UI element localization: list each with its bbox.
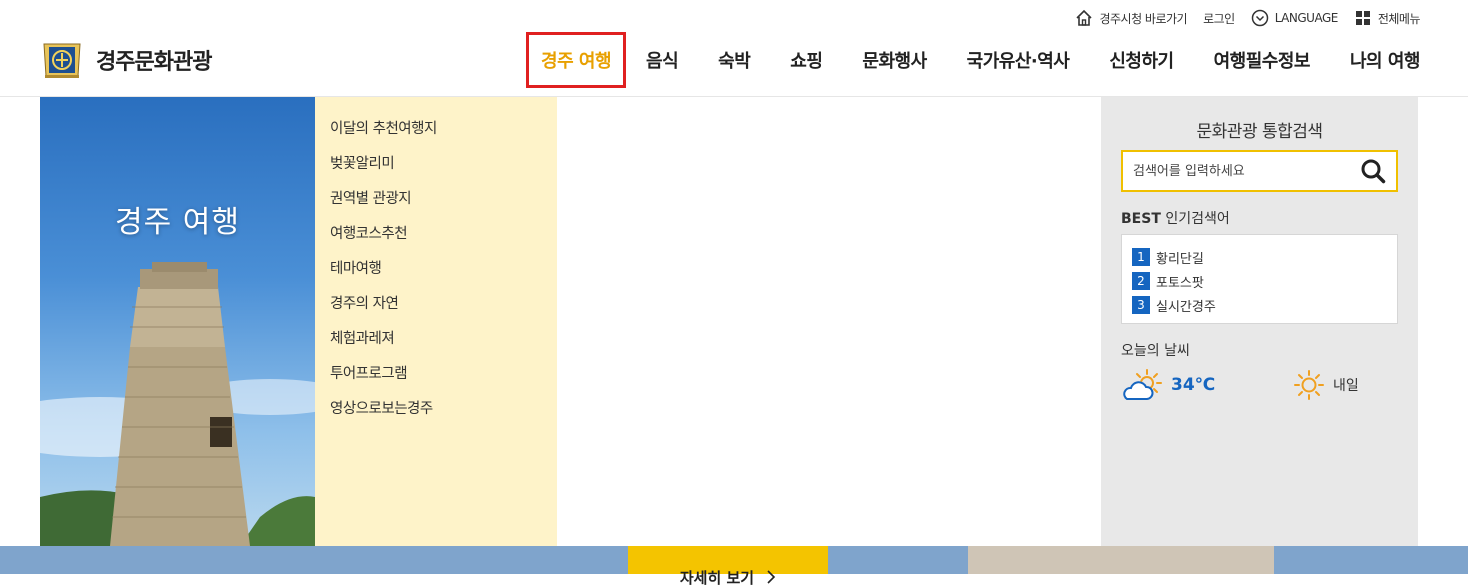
weather-row: 34℃ 내일: [1121, 368, 1398, 402]
submenu-course[interactable]: 여행코스추천: [315, 222, 557, 257]
more-details-label: 자세히 보기: [679, 569, 755, 587]
search-box: [1121, 150, 1398, 192]
submenu-theme[interactable]: 테마여행: [315, 257, 557, 292]
all-menu-label: 전체메뉴: [1377, 11, 1421, 26]
submenu-regional-sights[interactable]: 권역별 관광지: [315, 187, 557, 222]
submenu-nature[interactable]: 경주의 자연: [315, 292, 557, 327]
best-keyword-item[interactable]: 2 포토스팟: [1132, 269, 1387, 293]
rank-badge: 1: [1132, 248, 1150, 266]
best-keyword-item[interactable]: 1 황리단길: [1132, 245, 1387, 269]
utility-bar: 경주시청 바로가기 로그인 LANGUAGE 전체메뉴: [1075, 8, 1421, 28]
keyword-text: 포토스팟: [1156, 275, 1204, 291]
submenu-cherry-blossom[interactable]: 벚꽃알리미: [315, 152, 557, 187]
partly-cloudy-icon: [1123, 369, 1162, 400]
tomorrow-label: 내일: [1333, 378, 1359, 394]
side-search-panel: 문화관광 통합검색 BEST 인기검색어 1 황리단길 2 포토스팟 3 실시간…: [1101, 97, 1418, 546]
language-label: LANGUAGE: [1274, 11, 1339, 25]
weather-today: 34℃: [1121, 368, 1293, 402]
nav-food[interactable]: 음식: [646, 47, 679, 73]
best-label-strong: BEST: [1121, 211, 1161, 227]
keyword-text: 황리단길: [1156, 251, 1204, 267]
search-title: 문화관광 통합검색: [1196, 122, 1323, 142]
login-label: 로그인: [1203, 11, 1235, 26]
grid-icon: [1355, 11, 1370, 25]
weather-title: 오늘의 날씨: [1121, 343, 1190, 359]
home-icon: [1076, 9, 1093, 26]
best-keyword-item[interactable]: 3 실시간경주: [1132, 293, 1387, 317]
panel-photo: 경주 여행: [40, 97, 315, 546]
submenu-tour-program[interactable]: 투어프로그램: [315, 362, 557, 397]
language-selector[interactable]: LANGUAGE: [1251, 9, 1338, 27]
search-icon[interactable]: [1360, 158, 1386, 184]
best-keywords-list: 1 황리단길 2 포토스팟 3 실시간경주: [1121, 234, 1398, 324]
nav-heritage-history[interactable]: 국가유산·역사: [967, 47, 1070, 73]
submenu-list: 이달의 추천여행지 벚꽃알리미 권역별 관광지 여행코스추천 테마여행 경주의 …: [315, 97, 557, 546]
city-hall-link[interactable]: 경주시청 바로가기: [1075, 9, 1188, 27]
hero-strip-image: [968, 546, 1274, 574]
nav-my-trip[interactable]: 나의 여행: [1350, 47, 1421, 73]
observatory-illustration: [40, 262, 315, 546]
logo-text: 경주문화관광: [96, 50, 212, 75]
mega-menu-panel: 경주 여행 이달의 추천여행지 벚꽃알리미 권역별 관광지 여행코스추천 테마여…: [40, 97, 1418, 546]
rank-badge: 3: [1132, 296, 1150, 314]
keyword-text: 실시간경주: [1156, 299, 1216, 315]
submenu-video[interactable]: 영상으로보는경주: [315, 397, 557, 432]
main-navigation: 경주 여행 음식 숙박 쇼핑 문화행사 국가유산·역사 신청하기 여행필수정보 …: [526, 32, 1421, 88]
search-input[interactable]: [1133, 163, 1360, 179]
more-details-button[interactable]: 자세히 보기: [628, 546, 828, 587]
city-emblem-icon: [43, 43, 81, 78]
submenu-monthly-pick[interactable]: 이달의 추천여행지: [315, 117, 557, 152]
rank-badge: 2: [1132, 272, 1150, 290]
chevron-right-icon: [766, 570, 776, 588]
best-keywords-title: BEST 인기검색어: [1121, 208, 1398, 228]
today-temperature: 34℃: [1171, 375, 1216, 395]
nav-events[interactable]: 문화행사: [862, 47, 927, 73]
login-link[interactable]: 로그인: [1203, 10, 1235, 27]
submenu-experience[interactable]: 체험과레져: [315, 327, 557, 362]
sunny-icon: [1294, 370, 1324, 400]
all-menu-button[interactable]: 전체메뉴: [1354, 9, 1421, 27]
city-hall-label: 경주시청 바로가기: [1099, 11, 1188, 26]
site-logo[interactable]: 경주문화관광: [40, 40, 212, 80]
panel-title: 경주 여행: [115, 205, 240, 240]
nav-gyeongju-travel[interactable]: 경주 여행: [526, 32, 627, 88]
chevron-circle-icon: [1251, 9, 1268, 27]
weather-tomorrow[interactable]: 내일: [1293, 369, 1359, 401]
best-label: 인기검색어: [1165, 211, 1230, 227]
nav-essential-info[interactable]: 여행필수정보: [1214, 47, 1311, 73]
nav-lodging[interactable]: 숙박: [718, 47, 751, 73]
nav-shopping[interactable]: 쇼핑: [790, 47, 823, 73]
nav-apply[interactable]: 신청하기: [1109, 47, 1174, 73]
